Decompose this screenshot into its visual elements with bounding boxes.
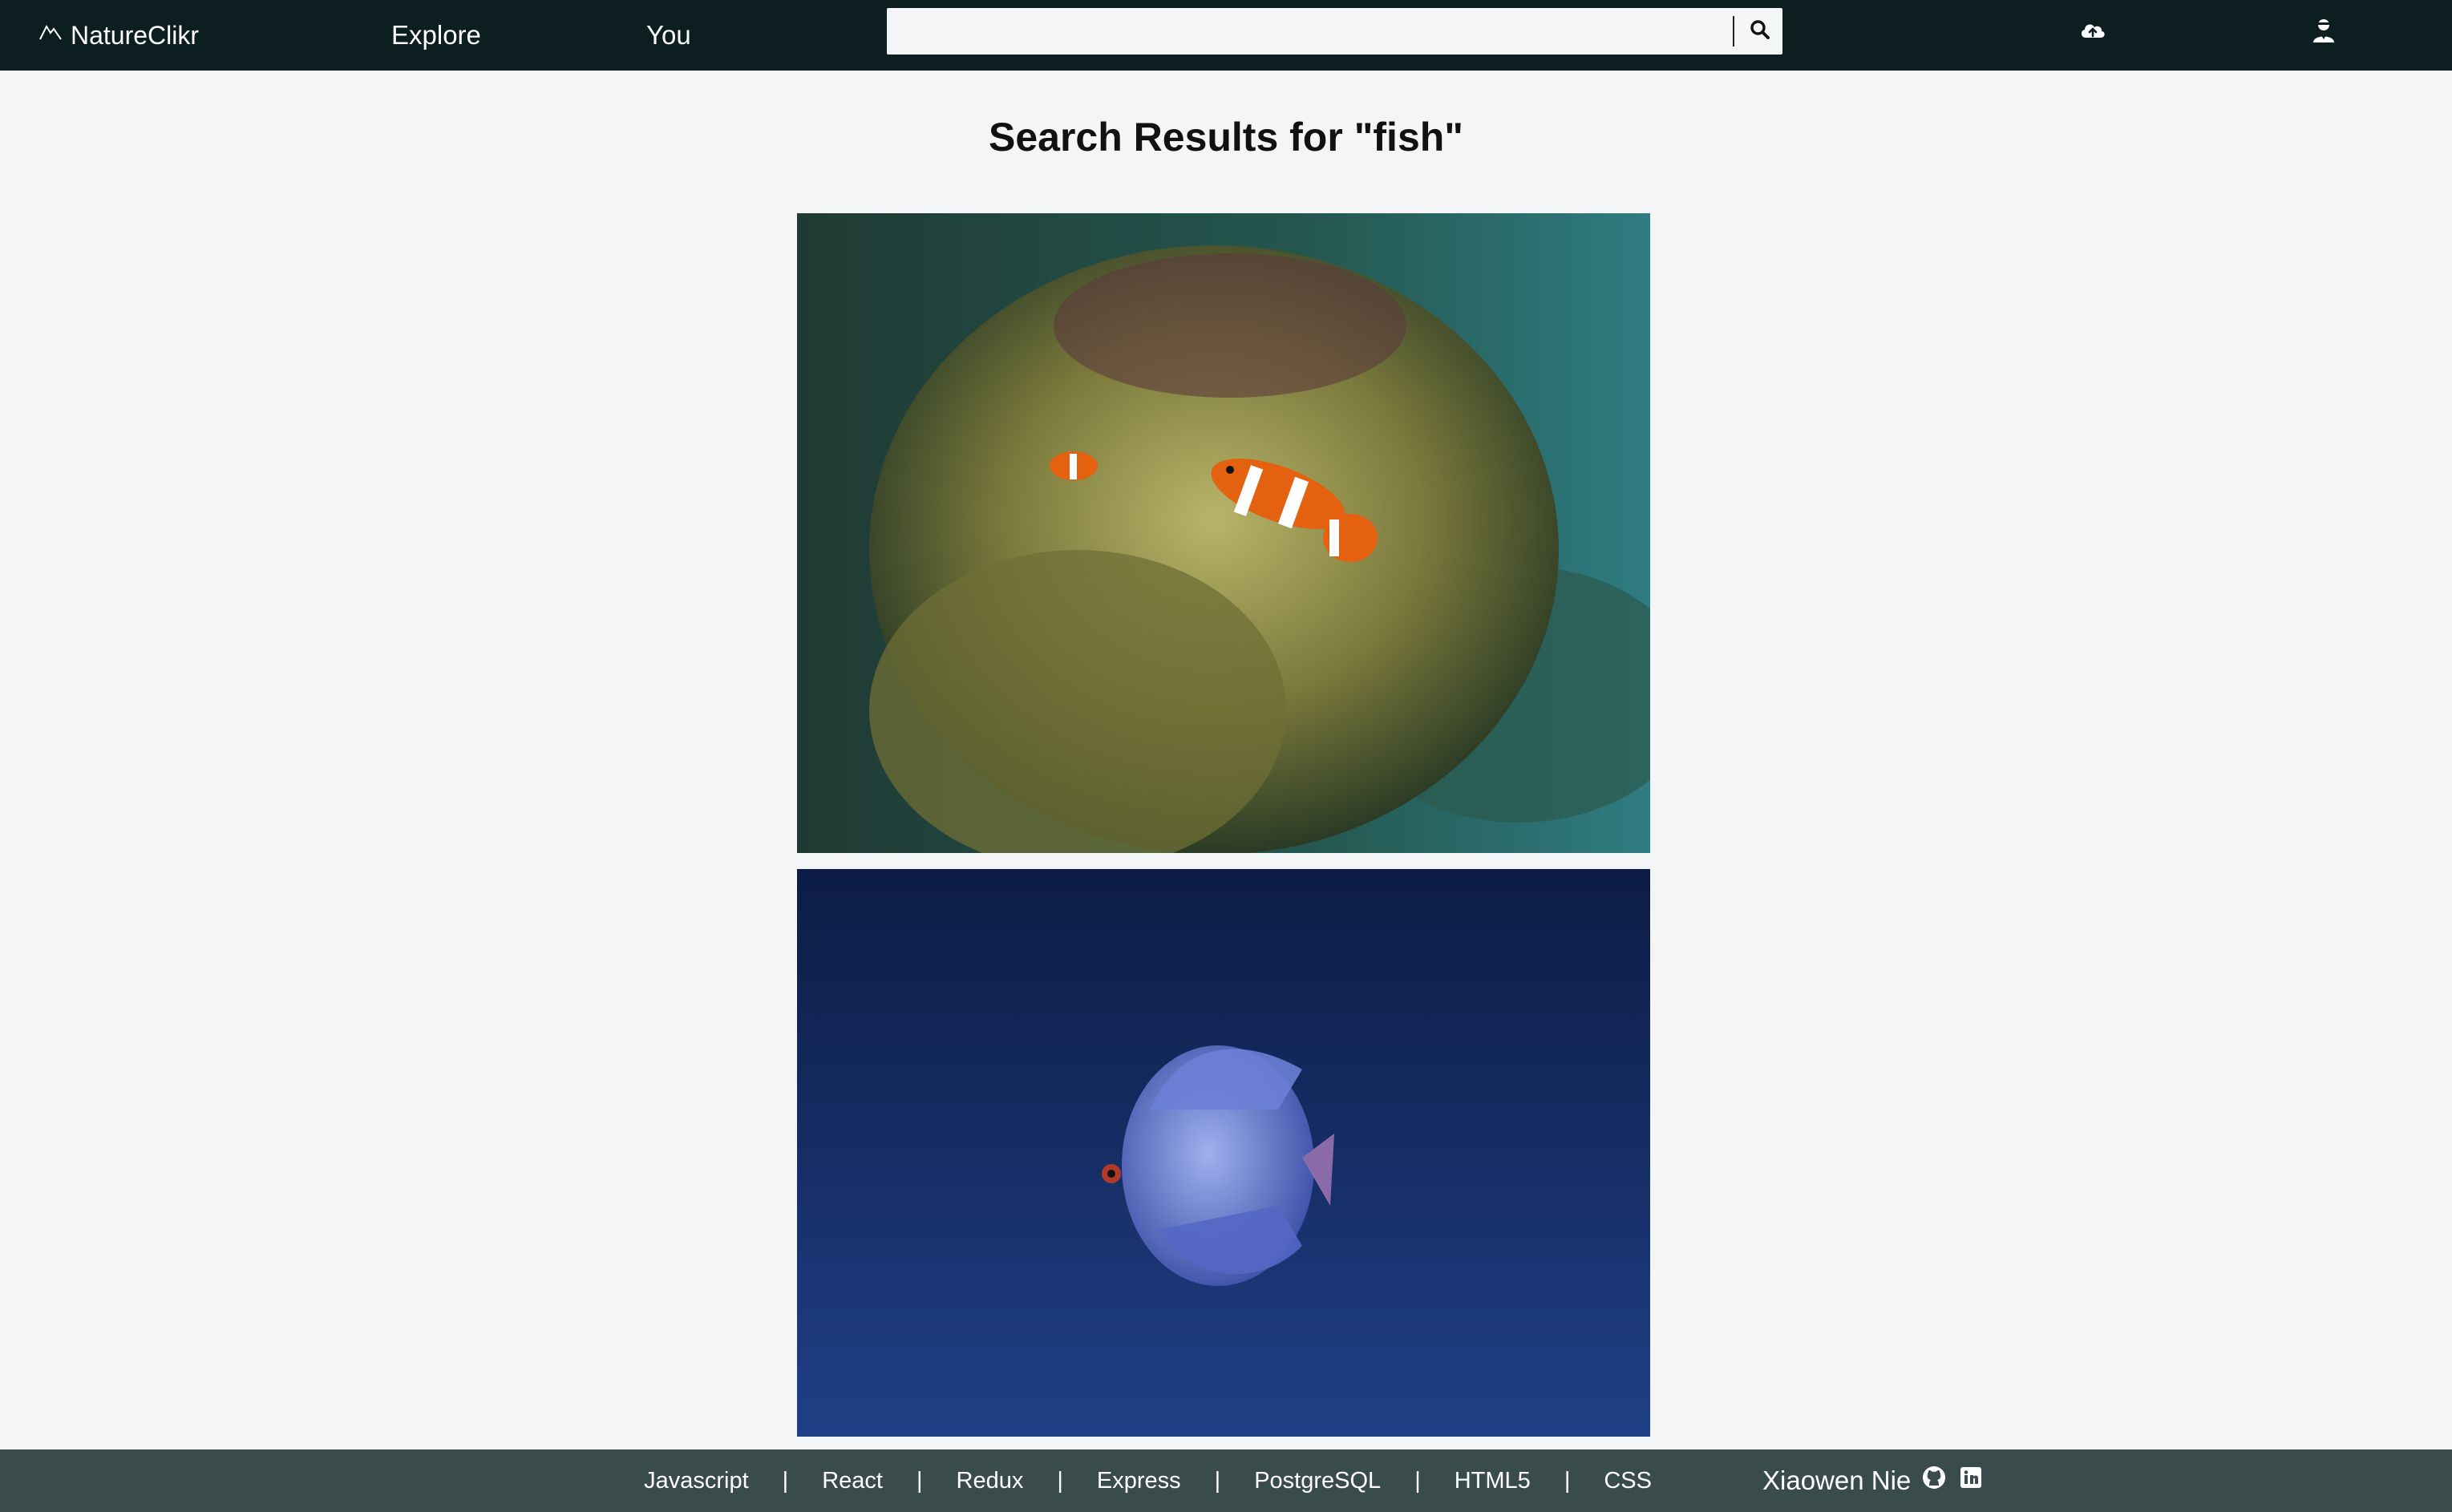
separator: | xyxy=(1414,1467,1421,1494)
top-navigation-bar: NatureClikr Explore You xyxy=(0,0,2452,71)
upload-button[interactable] xyxy=(2075,14,2110,50)
user-icon xyxy=(2309,16,2338,49)
tech-javascript[interactable]: Javascript xyxy=(644,1468,749,1494)
nav-explore[interactable]: Explore xyxy=(391,13,481,58)
profile-button[interactable] xyxy=(2306,14,2341,50)
separator: | xyxy=(782,1467,789,1494)
tech-html5[interactable]: HTML5 xyxy=(1455,1468,1531,1494)
footer: Javascript | React | Redux | Express | P… xyxy=(0,1449,2452,1512)
tech-css[interactable]: CSS xyxy=(1604,1468,1652,1494)
github-link[interactable] xyxy=(1920,1465,1948,1497)
search-input[interactable] xyxy=(887,8,1729,55)
photo-result-clownfish[interactable] xyxy=(797,213,1650,853)
separator: | xyxy=(1564,1467,1571,1494)
mountain-icon xyxy=(38,20,63,51)
tech-react[interactable]: React xyxy=(822,1468,883,1494)
author-name: Xiaowen Nie xyxy=(1762,1466,1912,1495)
search-divider xyxy=(1733,16,1734,46)
page-title: Search Results for "fish" xyxy=(988,115,1464,160)
tech-redux[interactable]: Redux xyxy=(957,1468,1024,1494)
search-bar xyxy=(887,8,1782,55)
logo[interactable]: NatureClikr xyxy=(38,13,199,58)
photo-result-discus[interactable] xyxy=(797,869,1650,1437)
separator: | xyxy=(1057,1467,1063,1494)
tech-postgresql[interactable]: PostgreSQL xyxy=(1254,1468,1381,1494)
linkedin-icon xyxy=(1958,1465,1984,1497)
search-button[interactable] xyxy=(1737,8,1782,55)
tech-stack-list: Javascript | React | Redux | Express | P… xyxy=(0,1449,1652,1512)
author-credit: Xiaowen Nie xyxy=(1762,1449,1985,1512)
nav-you[interactable]: You xyxy=(646,13,691,58)
separator: | xyxy=(916,1467,923,1494)
search-icon xyxy=(1749,18,1771,45)
linkedin-link[interactable] xyxy=(1957,1467,1985,1494)
logo-text: NatureClikr xyxy=(71,20,200,50)
separator: | xyxy=(1214,1467,1221,1494)
tech-express[interactable]: Express xyxy=(1097,1468,1181,1494)
cloud-upload-icon xyxy=(2078,16,2107,49)
github-icon xyxy=(1921,1465,1947,1497)
